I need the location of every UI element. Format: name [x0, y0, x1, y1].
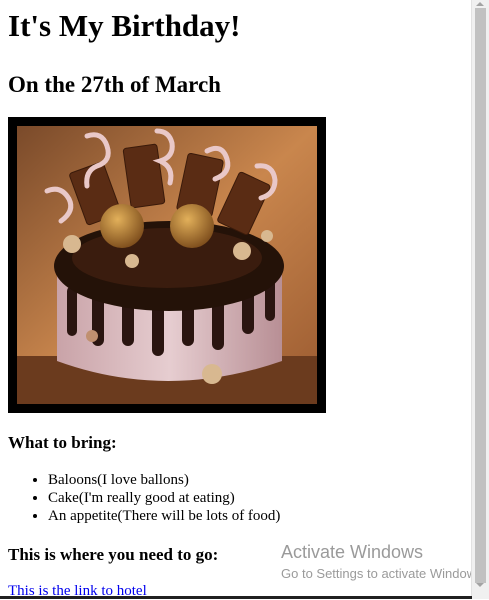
- bring-heading: What to bring:: [8, 433, 117, 452]
- list-item: Baloons(I love ballons): [48, 471, 468, 489]
- vertical-scrollbar[interactable]: [471, 0, 489, 599]
- scrollbar-thumb[interactable]: [475, 8, 486, 583]
- birthday-cake-image: [8, 117, 326, 413]
- scroll-up-icon[interactable]: [476, 2, 484, 6]
- page-subtitle: On the 27th of March: [8, 72, 221, 97]
- page-content: It's My Birthday! On the 27th of March W…: [8, 0, 468, 600]
- watermark-subtitle: Go to Settings to activate Windows.: [281, 566, 471, 581]
- page-title: It's My Birthday!: [8, 8, 241, 43]
- activate-windows-watermark: Activate Windows Go to Settings to activ…: [281, 541, 471, 583]
- list-item: An appetite(There will be lots of food): [48, 507, 468, 525]
- scroll-down-icon[interactable]: [476, 583, 484, 587]
- list-item: Cake(I'm really good at eating): [48, 489, 468, 507]
- watermark-title: Activate Windows: [281, 542, 424, 562]
- bring-list: Baloons(I love ballons) Cake(I'm really …: [8, 471, 468, 525]
- cake-photo: [17, 126, 317, 404]
